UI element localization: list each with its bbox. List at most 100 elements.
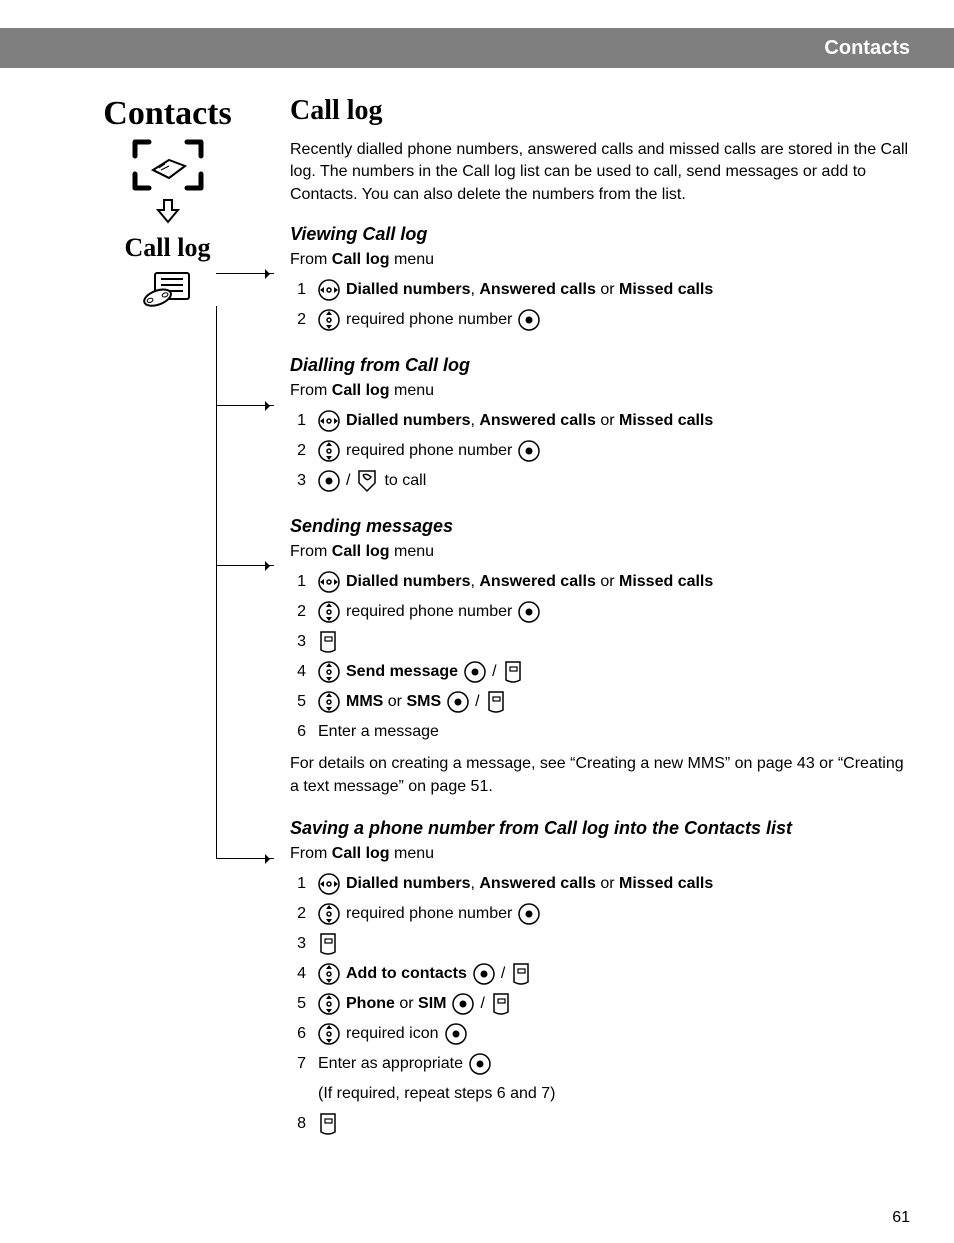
step: 4 Send message / (290, 657, 910, 687)
sep: / (480, 991, 484, 1017)
bold-a: Phone (346, 995, 395, 1012)
step-number: 1 (290, 408, 306, 434)
bold-c: Missed calls (619, 281, 713, 298)
step-text: required icon (346, 1021, 439, 1047)
center-dot-icon (518, 903, 540, 925)
bold-b: Answered calls (479, 412, 596, 429)
softkey-icon (503, 660, 523, 684)
sep: / (346, 468, 350, 494)
step-text: required phone number (346, 307, 512, 333)
step-number: 2 (290, 438, 306, 464)
sep: or (395, 995, 418, 1012)
sep: or (383, 693, 406, 710)
softkey-icon (511, 962, 531, 986)
nav-ud-icon (318, 691, 340, 713)
nav-ud-icon (318, 309, 340, 331)
nav-ud-icon (318, 440, 340, 462)
from-line: From Call log menu (290, 845, 910, 863)
from-pre: From (290, 382, 332, 399)
main-heading: Call log (290, 95, 910, 127)
from-pre: From (290, 251, 332, 268)
step-text: required phone number (346, 901, 512, 927)
nav-ud-icon (318, 601, 340, 623)
bold-b: Answered calls (479, 281, 596, 298)
step-number: 6 (290, 719, 306, 745)
step-text: Dialled numbers, Answered calls or Misse… (346, 408, 713, 434)
step-number: 4 (290, 659, 306, 685)
from-post: menu (390, 251, 434, 268)
from-pre: From (290, 845, 332, 862)
step: 3 (290, 627, 910, 657)
left-sub: Call log (80, 233, 255, 263)
softkey-icon (318, 630, 338, 654)
step: 8 (290, 1109, 910, 1139)
step-text: Enter as appropriate (318, 1051, 463, 1077)
step-number: 1 (290, 277, 306, 303)
nav-ud-icon (318, 1023, 340, 1045)
arrow-down-icon (80, 198, 255, 229)
step-number: 6 (290, 1021, 306, 1047)
sep: or (596, 875, 619, 892)
softkey-icon (486, 690, 506, 714)
nav-ud-icon (318, 903, 340, 925)
sep: or (596, 281, 619, 298)
center-dot-icon (318, 470, 340, 492)
nav-lr-icon (318, 410, 340, 432)
page-number: 61 (892, 1209, 910, 1227)
step-number: 1 (290, 871, 306, 897)
nav-ud-icon (318, 963, 340, 985)
bold-a: Dialled numbers (346, 412, 470, 429)
header-bar: Contacts (0, 28, 954, 68)
center-dot-icon (518, 440, 540, 462)
section-dialling: Dialling from Call log From Call log men… (290, 355, 910, 496)
step-number: 2 (290, 901, 306, 927)
step-number: 7 (290, 1051, 306, 1077)
sep: or (596, 412, 619, 429)
bold-c: Missed calls (619, 875, 713, 892)
center-dot-icon (445, 1023, 467, 1045)
bold-c: Missed calls (619, 412, 713, 429)
step-number: 3 (290, 931, 306, 957)
step: 2 required phone number (290, 436, 910, 466)
step: 2 required phone number (290, 305, 910, 335)
step: 1 Dialled numbers, Answered calls or Mis… (290, 869, 910, 899)
from-post: menu (390, 543, 434, 560)
step-text: MMS or SMS (346, 689, 441, 715)
from-line: From Call log menu (290, 251, 910, 269)
subheading: Dialling from Call log (290, 355, 910, 376)
bold-b: Answered calls (479, 573, 596, 590)
step-number: 3 (290, 468, 306, 494)
call-log-icon (80, 269, 255, 319)
header-title: Contacts (824, 37, 910, 60)
from-line: From Call log menu (290, 543, 910, 561)
step-text: Phone or SIM (346, 991, 446, 1017)
step: 5 Phone or SIM / (290, 989, 910, 1019)
step-number: 5 (290, 991, 306, 1017)
bold-b: Answered calls (479, 875, 596, 892)
nav-lr-icon (318, 571, 340, 593)
step: 3 / to call (290, 466, 910, 496)
step: 4 Add to contacts / (290, 959, 910, 989)
step-number: 3 (290, 629, 306, 655)
from-bold: Call log (332, 251, 390, 268)
sep: or (596, 573, 619, 590)
section-saving: Saving a phone number from Call log into… (290, 818, 910, 1139)
center-dot-icon (464, 661, 486, 683)
connector-arrow-icon (216, 565, 274, 566)
right-column: Call log Recently dialled phone numbers,… (290, 95, 910, 1159)
from-line: From Call log menu (290, 382, 910, 400)
connector-line (216, 306, 217, 858)
step: 2 required phone number (290, 597, 910, 627)
step-note-text: (If required, repeat steps 6 and 7) (318, 1081, 555, 1107)
from-post: menu (390, 382, 434, 399)
send-key-icon (356, 469, 378, 493)
nav-ud-icon (318, 993, 340, 1015)
step-text: required phone number (346, 438, 512, 464)
from-bold: Call log (332, 382, 390, 399)
bold-a: Dialled numbers (346, 875, 470, 892)
section-messages: Sending messages From Call log menu 1 Di… (290, 516, 910, 798)
from-pre: From (290, 543, 332, 560)
bold: Add to contacts (346, 961, 467, 987)
step-text: Dialled numbers, Answered calls or Misse… (346, 871, 713, 897)
section-viewing: Viewing Call log From Call log menu 1 Di… (290, 224, 910, 335)
